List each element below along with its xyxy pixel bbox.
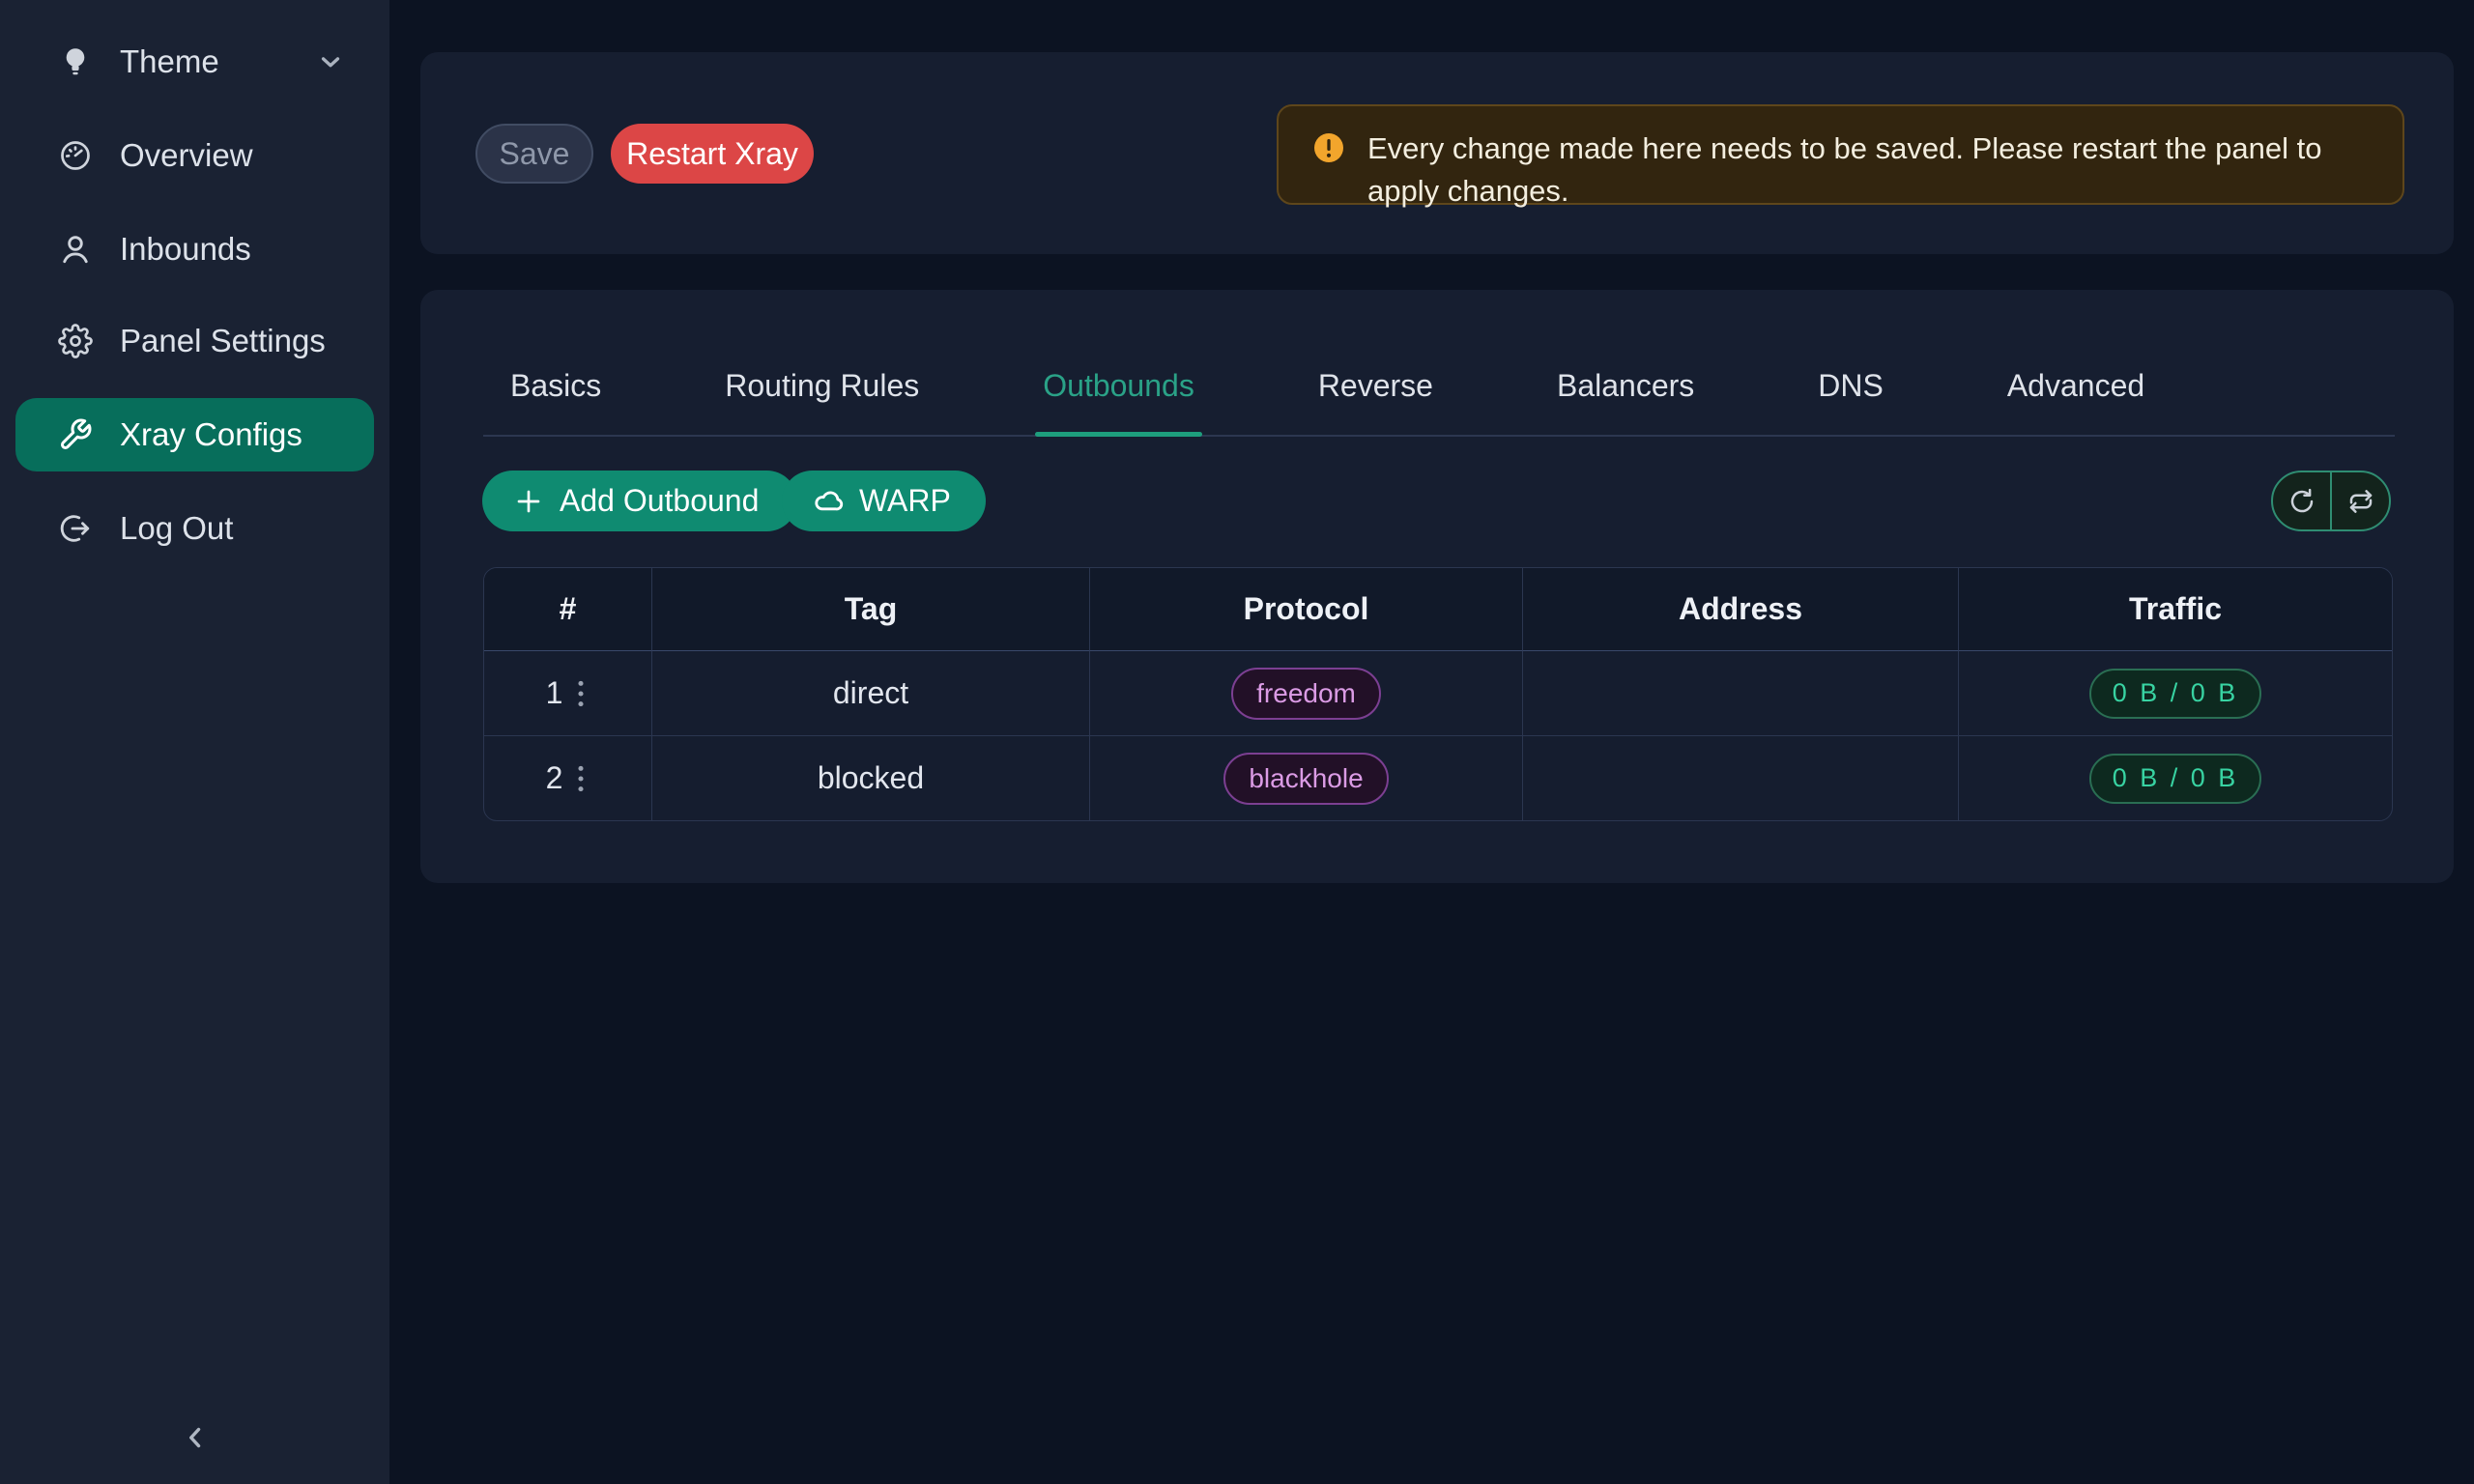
theme-label: Theme xyxy=(120,43,219,80)
outbounds-actions-row: Add Outbound WARP xyxy=(482,471,2391,531)
lightbulb-icon xyxy=(58,44,93,79)
column-header-tag: Tag xyxy=(652,568,1090,651)
protocol-badge: freedom xyxy=(1231,668,1381,720)
restart-xray-button[interactable]: Restart Xray xyxy=(611,124,814,184)
traffic-badge: 0 B / 0 B xyxy=(2089,754,2262,804)
cloud-icon xyxy=(811,485,844,518)
row-index-cell: 1 xyxy=(484,651,652,736)
refresh-button-group xyxy=(2271,471,2391,531)
gear-icon xyxy=(58,324,93,358)
tab-outbounds[interactable]: Outbounds xyxy=(1043,368,1194,435)
warp-button[interactable]: WARP xyxy=(782,471,986,531)
traffic-cell: 0 B / 0 B xyxy=(1959,736,2392,820)
repeat-icon xyxy=(2346,487,2375,516)
add-outbound-label: Add Outbound xyxy=(560,483,759,519)
address-cell xyxy=(1523,736,1959,820)
tab-reverse[interactable]: Reverse xyxy=(1318,368,1433,435)
restart-label: Restart Xray xyxy=(626,136,798,172)
traffic-cell: 0 B / 0 B xyxy=(1959,651,2392,736)
row-number: 2 xyxy=(546,760,563,796)
sidebar-item-label: Panel Settings xyxy=(120,323,326,359)
sidebar-item-label: Xray Configs xyxy=(120,416,302,453)
save-label: Save xyxy=(500,136,570,172)
tag-cell: direct xyxy=(652,651,1090,736)
tab-dns[interactable]: DNS xyxy=(1818,368,1884,435)
main-content: Save Restart Xray Every change made here… xyxy=(389,0,2474,1484)
address-cell xyxy=(1523,651,1959,736)
sidebar-item-label: Log Out xyxy=(120,510,233,547)
sidebar-item-xray-configs[interactable]: Xray Configs xyxy=(15,398,374,471)
logout-icon xyxy=(58,511,93,546)
user-icon xyxy=(58,232,93,267)
column-header-address: Address xyxy=(1523,568,1959,651)
tab-balancers[interactable]: Balancers xyxy=(1557,368,1694,435)
save-button[interactable]: Save xyxy=(475,124,593,184)
tag-cell: blocked xyxy=(652,736,1090,820)
wrench-icon xyxy=(58,417,93,452)
sidebar-item-panel-settings[interactable]: Panel Settings xyxy=(15,304,374,378)
row-menu-icon[interactable] xyxy=(576,762,590,795)
sidebar-collapse-button[interactable] xyxy=(172,1414,218,1461)
toolbar-card: Save Restart Xray Every change made here… xyxy=(420,52,2454,254)
gauge-icon xyxy=(58,138,93,173)
protocol-cell: blackhole xyxy=(1090,736,1523,820)
repeat-button[interactable] xyxy=(2330,472,2389,529)
tab-basics[interactable]: Basics xyxy=(510,368,601,435)
outbounds-table: # Tag Protocol Address Traffic 1 direct xyxy=(483,567,2393,821)
xray-config-card: Basics Routing Rules Outbounds Reverse B… xyxy=(420,290,2454,883)
protocol-badge: blackhole xyxy=(1223,753,1388,805)
sidebar-item-overview[interactable]: Overview xyxy=(15,119,374,192)
reload-button[interactable] xyxy=(2273,472,2330,529)
warning-icon xyxy=(1311,130,1346,165)
restart-warning-alert: Every change made here needs to be saved… xyxy=(1277,104,2404,205)
chevron-down-icon xyxy=(316,47,345,76)
sync-icon xyxy=(2287,487,2316,516)
tab-routing-rules[interactable]: Routing Rules xyxy=(725,368,919,435)
chevron-left-icon xyxy=(179,1421,212,1454)
column-header-index: # xyxy=(484,568,652,651)
row-menu-icon[interactable] xyxy=(576,677,590,710)
plus-icon xyxy=(513,486,544,517)
traffic-badge: 0 B / 0 B xyxy=(2089,669,2262,719)
row-index-cell: 2 xyxy=(484,736,652,820)
column-header-traffic: Traffic xyxy=(1959,568,2392,651)
warp-label: WARP xyxy=(859,483,951,519)
theme-selector[interactable]: Theme xyxy=(15,25,374,99)
sidebar: Theme Overview xyxy=(0,0,389,1484)
tab-advanced[interactable]: Advanced xyxy=(2007,368,2144,435)
sidebar-item-label: Overview xyxy=(120,137,253,174)
add-outbound-button[interactable]: Add Outbound xyxy=(482,471,797,531)
config-tabbar: Basics Routing Rules Outbounds Reverse B… xyxy=(483,290,2395,437)
column-header-protocol: Protocol xyxy=(1090,568,1523,651)
row-number: 1 xyxy=(546,675,563,711)
alert-text: Every change made here needs to be saved… xyxy=(1367,128,2353,213)
sidebar-item-inbounds[interactable]: Inbounds xyxy=(15,213,374,286)
sidebar-item-log-out[interactable]: Log Out xyxy=(15,492,374,565)
protocol-cell: freedom xyxy=(1090,651,1523,736)
sidebar-item-label: Inbounds xyxy=(120,231,251,268)
